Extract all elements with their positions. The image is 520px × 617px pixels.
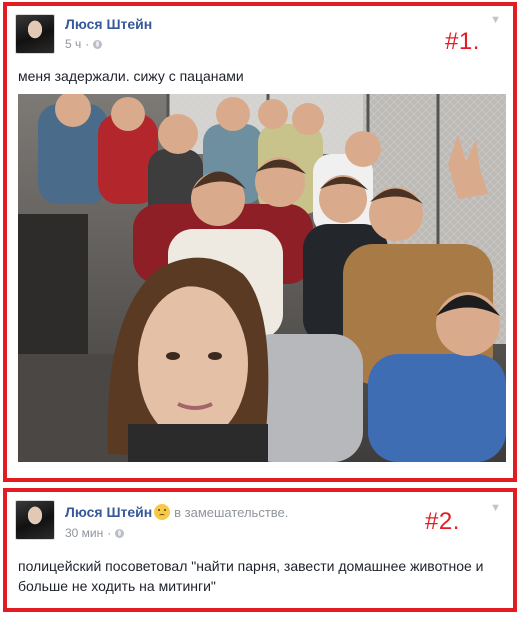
post-photo[interactable] <box>18 94 506 462</box>
timestamp[interactable]: 30 мин <box>65 526 103 540</box>
meta-separator: · <box>85 37 90 51</box>
chevron-down-icon[interactable]: ▼ <box>490 502 501 514</box>
post-card-1: Люся Штейн 5 ч · ▼ #1. меня задержали. с… <box>3 2 517 482</box>
author-name[interactable]: Люся Штейн <box>65 504 152 520</box>
post-meta: 30 мин · <box>65 526 125 540</box>
post-text: меня задержали. сижу с пацанами <box>18 68 244 84</box>
avatar[interactable] <box>15 14 55 54</box>
post-meta: 5 ч · <box>65 37 103 51</box>
chevron-down-icon[interactable]: ▼ <box>490 14 501 26</box>
annotation-label: #2. <box>425 508 460 535</box>
confused-face-icon <box>154 504 171 520</box>
author-name[interactable]: Люся Штейн <box>65 16 152 32</box>
avatar[interactable] <box>15 500 55 540</box>
post-text: полицейский посоветовал "найти парня, за… <box>18 558 484 594</box>
annotation-label: #1. <box>445 28 480 55</box>
group-selfie-image <box>18 94 506 462</box>
feeling-status: в замешательстве. <box>174 505 289 520</box>
meta-separator: · <box>107 526 112 540</box>
timestamp[interactable]: 5 ч <box>65 37 81 51</box>
globe-icon[interactable] <box>115 528 125 538</box>
globe-icon[interactable] <box>93 39 103 49</box>
post-card-2: Люся Штейн в замешательстве. 30 мин · ▼ … <box>3 488 517 612</box>
author-line: Люся Штейн в замешательстве. <box>65 504 288 520</box>
